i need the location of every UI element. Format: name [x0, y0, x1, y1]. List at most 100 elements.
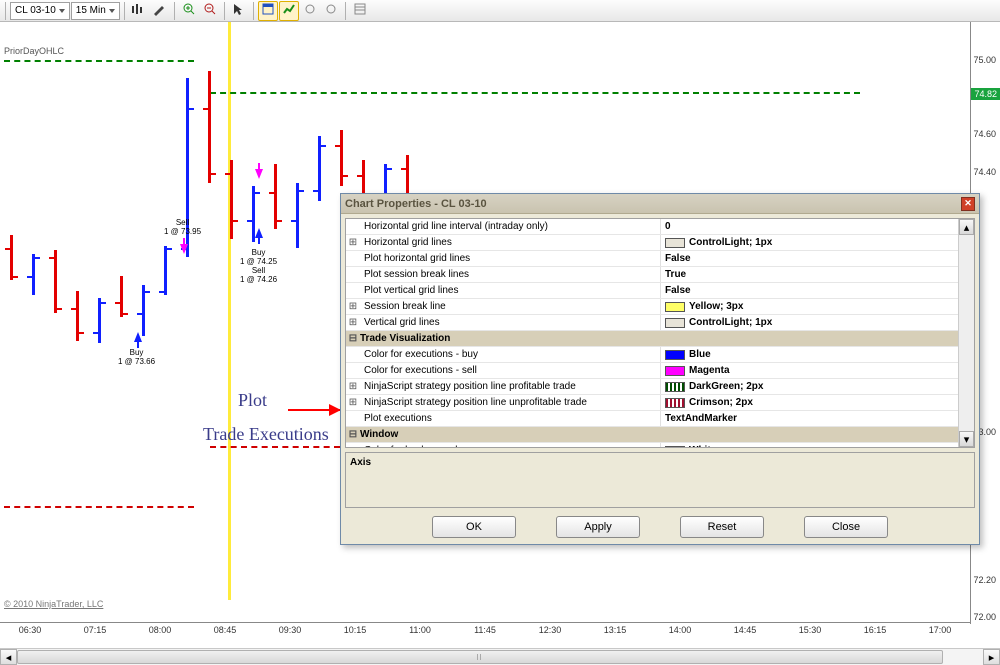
expander-icon [346, 251, 360, 266]
property-category-row[interactable]: ⊟Window [346, 427, 974, 443]
property-label: Window [360, 427, 660, 442]
property-value[interactable]: ControlLight; 1px [660, 315, 974, 330]
scroll-up-button[interactable]: ▴ [959, 219, 974, 235]
dialog-titlebar[interactable]: Chart Properties - CL 03-10 ✕ [341, 194, 979, 214]
y-tick: 74.60 [973, 129, 996, 139]
property-value[interactable]: Magenta [660, 363, 974, 378]
property-label: Vertical grid lines [360, 315, 660, 330]
property-value[interactable]: Crimson; 2px [660, 395, 974, 410]
scrollbar-thumb[interactable] [17, 650, 943, 664]
properties-button[interactable] [350, 1, 370, 21]
ohlc-bar [164, 246, 167, 295]
expander-icon[interactable]: ⊟ [346, 331, 360, 346]
property-row[interactable]: ⊞Session break lineYellow; 3px [346, 299, 974, 315]
x-tick: 08:45 [214, 625, 237, 635]
property-value[interactable]: True [660, 267, 974, 282]
property-value-text: Magenta [689, 363, 730, 379]
zoom-out-button[interactable] [200, 1, 220, 21]
button-a[interactable] [300, 1, 320, 21]
property-row[interactable]: ⊞Vertical grid linesControlLight; 1px [346, 315, 974, 331]
zoom-in-button[interactable] [179, 1, 199, 21]
bar-style-button[interactable] [129, 1, 149, 21]
property-value-text: Blue [689, 347, 711, 363]
property-value-text: ControlLight; 1px [689, 235, 772, 251]
annotation-trade-exec-label: Trade Executions [203, 424, 329, 445]
expander-icon[interactable]: ⊞ [346, 235, 360, 250]
prior-high-line-left [4, 60, 194, 62]
property-grid[interactable]: Horizontal grid line interval (intraday … [345, 218, 975, 448]
property-value[interactable]: ControlLight; 1px [660, 235, 974, 250]
interval-combo[interactable]: 15 Min [71, 2, 120, 20]
chevron-down-icon [59, 9, 65, 13]
property-label: Session break line [360, 299, 660, 314]
draw-tool-button[interactable] [150, 1, 170, 21]
buy-marker-arrow [134, 332, 142, 342]
property-value[interactable]: White [660, 443, 974, 448]
cursor-button[interactable] [229, 1, 249, 21]
scroll-right-button[interactable]: ▸ [983, 649, 1000, 665]
property-row[interactable]: Horizontal grid line interval (intraday … [346, 219, 974, 235]
property-value-text: Crimson; 2px [689, 395, 753, 411]
property-row[interactable]: ⊞NinjaScript strategy position line unpr… [346, 395, 974, 411]
x-tick: 07:15 [84, 625, 107, 635]
circle-icon [305, 4, 315, 17]
property-row[interactable]: Plot executionsTextAndMarker [346, 411, 974, 427]
property-value[interactable]: False [660, 251, 974, 266]
property-value[interactable]: TextAndMarker [660, 411, 974, 426]
dialog-close-button[interactable]: ✕ [961, 197, 975, 211]
property-value-text: False [665, 251, 691, 267]
expander-icon[interactable]: ⊞ [346, 395, 360, 410]
property-grid-scrollbar[interactable]: ▴ ▾ [958, 219, 974, 447]
scroll-left-button[interactable]: ◂ [0, 649, 17, 665]
property-value-text: False [665, 283, 691, 299]
property-value[interactable]: DarkGreen; 2px [660, 379, 974, 394]
property-row[interactable]: Color for backgroundWhite [346, 443, 974, 448]
ohlc-bar [120, 276, 123, 317]
reset-button[interactable]: Reset [680, 516, 764, 538]
property-value-text: 0 [665, 219, 671, 235]
dialog-button-row: OK Apply Reset Close [341, 508, 979, 546]
expander-icon[interactable]: ⊞ [346, 315, 360, 330]
ok-button[interactable]: OK [432, 516, 516, 538]
property-row[interactable]: Color for executions - sellMagenta [346, 363, 974, 379]
symbol-combo[interactable]: CL 03-10 [10, 2, 70, 20]
property-value[interactable]: Blue [660, 347, 974, 362]
prior-low-line-a [4, 506, 194, 508]
button-b[interactable] [321, 1, 341, 21]
scroll-down-button[interactable]: ▾ [959, 431, 974, 447]
property-value[interactable]: False [660, 283, 974, 298]
zoom-out-icon [204, 3, 216, 18]
scrollbar-track[interactable] [17, 649, 983, 665]
expander-icon[interactable]: ⊞ [346, 379, 360, 394]
apply-button[interactable]: Apply [556, 516, 640, 538]
close-button[interactable]: Close [804, 516, 888, 538]
property-row[interactable]: ⊞Horizontal grid linesControlLight; 1px [346, 235, 974, 251]
horizontal-scrollbar[interactable]: ◂ ▸ [0, 648, 1000, 665]
property-row[interactable]: Plot vertical grid linesFalse [346, 283, 974, 299]
chart-trader-icon [283, 3, 295, 18]
chart-properties-dialog: Chart Properties - CL 03-10 ✕ Horizontal… [340, 193, 980, 545]
ohlc-bar [32, 254, 35, 295]
data-box-button[interactable] [258, 1, 278, 21]
ohlc-bar [318, 136, 321, 201]
property-value[interactable]: Yellow; 3px [660, 299, 974, 314]
chart-trader-button[interactable] [279, 1, 299, 21]
ohlc-bar [10, 235, 13, 280]
expander-icon [346, 219, 360, 234]
property-row[interactable]: Plot horizontal grid linesFalse [346, 251, 974, 267]
color-swatch [665, 350, 685, 360]
color-swatch [665, 302, 685, 312]
main-toolbar: CL 03-10 15 Min [0, 0, 1000, 22]
ohlc-bar [296, 183, 299, 248]
close-icon: ✕ [964, 199, 972, 208]
expander-icon [346, 347, 360, 362]
expander-icon[interactable]: ⊟ [346, 427, 360, 442]
x-axis[interactable]: 06:30 07:15 08:00 08:45 09:30 10:15 11:0… [0, 622, 970, 623]
property-row[interactable]: Plot session break linesTrue [346, 267, 974, 283]
expander-icon[interactable]: ⊞ [346, 299, 360, 314]
property-row[interactable]: Color for executions - buyBlue [346, 347, 974, 363]
x-tick: 10:15 [344, 625, 367, 635]
property-value[interactable]: 0 [660, 219, 974, 234]
property-row[interactable]: ⊞NinjaScript strategy position line prof… [346, 379, 974, 395]
property-category-row[interactable]: ⊟Trade Visualization [346, 331, 974, 347]
